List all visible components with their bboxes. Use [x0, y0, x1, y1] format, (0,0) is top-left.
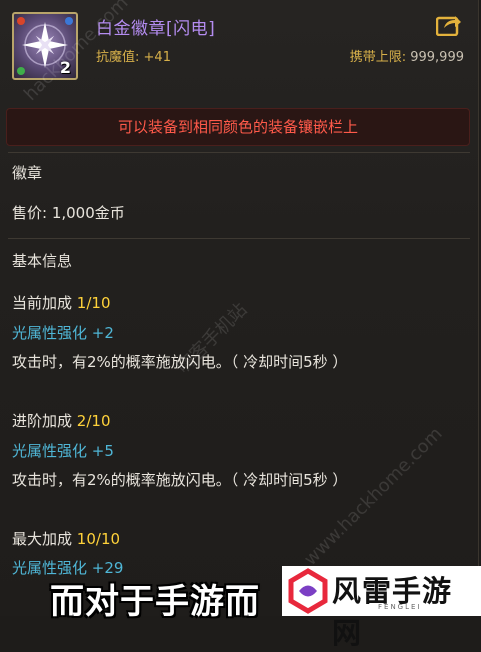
logo-sub: FENGLEI — [378, 603, 422, 611]
bonus-attr: 光属性强化 +5 — [12, 442, 114, 460]
item-price: 售价: 1,000金币 — [12, 204, 125, 222]
carry-limit: 携带上限: 999,999 — [350, 46, 464, 65]
stat-label: 抗魔值: — [96, 50, 140, 65]
site-logo[interactable]: 风雷手游网 FENGLEI — [282, 566, 481, 650]
item-tooltip-panel: 2 白金徽章[闪电] 抗魔值: +41 携带上限: 999,999 可以装备到相… — [0, 0, 479, 616]
share-icon[interactable] — [436, 14, 462, 36]
bonus-current: 当前加成 1/10 — [12, 292, 110, 313]
bonus-effect: 攻击时，有2%的概率施放闪电。（ 冷却时间5秒 ） — [12, 471, 348, 489]
magic-resist-stat: 抗魔值: +41 — [96, 46, 171, 65]
bonus-value: 10/10 — [76, 530, 121, 548]
bonus-label: 最大加成 — [12, 530, 73, 548]
slot-notice: 可以装备到相同颜色的装备镶嵌栏上 — [6, 108, 470, 146]
carry-limit-value: 999,999 — [410, 50, 464, 65]
bonus-attr: 光属性强化 +2 — [12, 324, 114, 342]
stat-value: +41 — [143, 50, 171, 65]
bonus-max: 最大加成 10/10 — [12, 528, 120, 549]
bonus-value: 2/10 — [76, 412, 111, 430]
carry-limit-label: 携带上限: — [349, 50, 407, 65]
divider — [8, 238, 470, 239]
divider — [8, 152, 470, 153]
fenglei-logo-icon — [288, 568, 328, 614]
watermark-text: www.hackhome.com — [300, 423, 447, 570]
bonus-label: 进阶加成 — [12, 412, 73, 430]
bonus-label: 当前加成 — [12, 294, 73, 312]
bonus-value: 1/10 — [76, 294, 111, 312]
bonus-advanced: 进阶加成 2/10 — [12, 410, 110, 431]
section-title: 基本信息 — [12, 252, 73, 270]
item-category: 徽章 — [12, 164, 43, 182]
